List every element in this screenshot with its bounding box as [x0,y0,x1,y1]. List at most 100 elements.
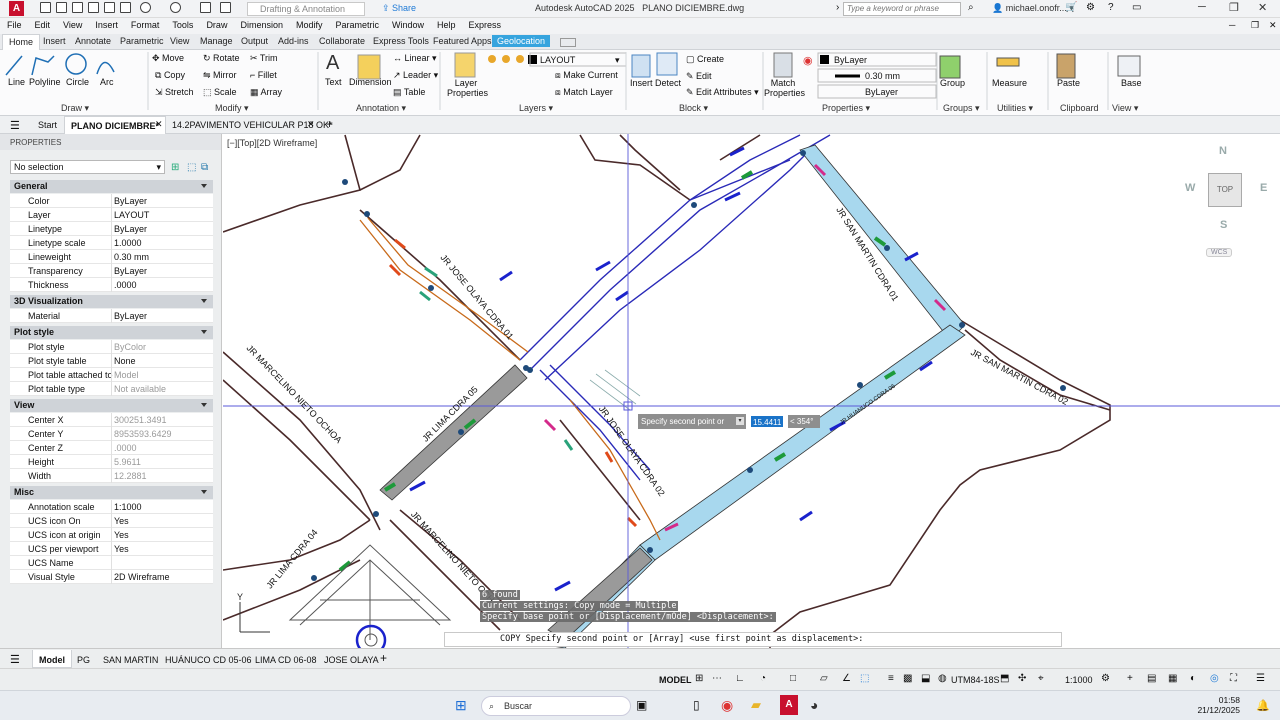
layout-tab-model[interactable]: Model [32,650,72,668]
menu-tools[interactable]: Tools [165,18,199,30]
panel-layers-label[interactable]: Layers ▾ [519,103,553,114]
property-row[interactable]: UCS icon at origin Yes [10,528,213,542]
web-mobile-icon[interactable] [104,2,115,13]
tab-view[interactable]: View [170,36,189,46]
file-explorer-icon[interactable]: ▰ [751,697,761,713]
chevron-right-icon[interactable]: › [836,2,839,13]
new-layout-icon[interactable]: + [380,651,387,665]
base-button[interactable]: Base [1121,78,1142,88]
layout-menu-icon[interactable]: ☰ [10,653,20,666]
windows-start-icon[interactable]: ⊞ [455,697,467,714]
app-icon[interactable]: ◕ [810,697,818,713]
geolocation-icon[interactable]: ◍ [938,673,947,684]
measure-button[interactable]: Measure [992,78,1027,88]
coordinate-system[interactable]: UTM84-18S [951,675,1000,685]
panel-annotation-label[interactable]: Annotation ▾ [356,103,406,114]
property-row[interactable]: Annotation scale 1:1000 [10,500,213,514]
share-button[interactable]: ⇪ Share [382,3,416,14]
doc-tab-plano-diciembre[interactable]: PLANO DICIEMBRE* [64,116,167,134]
tab-close-icon[interactable]: ✕ [307,119,315,130]
panel-draw-label[interactable]: Draw ▾ [61,103,89,114]
section-view[interactable]: View [10,399,213,412]
menu-help[interactable]: Help [430,18,462,30]
quick-properties-icon[interactable]: ▤ [1147,673,1156,684]
annotation-scale[interactable]: 1:1000 [1065,675,1093,685]
text-button[interactable]: Text [325,77,342,87]
layout-tab-pg[interactable]: PG [77,655,90,665]
a360-icon[interactable]: ⚙ [1086,2,1095,13]
group-button[interactable]: Group [940,78,965,88]
property-row[interactable]: Color ByLayer [10,194,213,208]
system-clock[interactable]: 01:58 21/12/2025 [1197,695,1240,715]
units-icon[interactable]: ▦ [1168,673,1177,684]
panel-modify-label[interactable]: Modify ▾ [215,103,249,114]
property-row[interactable]: Plot style table None [10,354,213,368]
add-icon[interactable]: + [1127,673,1133,684]
menu-file[interactable]: File [0,18,28,30]
polar-icon[interactable]: ◔ [760,673,766,684]
drawing-canvas[interactable]: Y JR JOSE OLAYA CDRA 01 JR SAN MARTIN CD… [223,134,1280,648]
customization-icon[interactable]: ☰ [1256,673,1265,684]
tab-annotate[interactable]: Annotate [75,36,111,46]
notification-icon[interactable]: 🔔 [1256,699,1270,712]
property-row[interactable]: Center Z .0000 [10,441,213,455]
menu-parametric[interactable]: Parametric [329,18,386,30]
linetype-dropdown[interactable]: ByLayer [865,87,898,97]
section-misc[interactable]: Misc [10,486,213,499]
property-row[interactable]: UCS icon On Yes [10,514,213,528]
compass-south[interactable]: S [1220,219,1227,231]
chrome-icon[interactable]: ◉ [721,697,733,714]
copy-button[interactable]: ⧉ Copy [155,70,185,81]
property-row[interactable]: Transparency ByLayer [10,264,213,278]
create-block-button[interactable]: ▢ Create [686,54,724,65]
property-row[interactable]: Height 5.9611 [10,455,213,469]
tab-featured-apps[interactable]: Featured Apps [433,36,492,46]
menu-window[interactable]: Window [385,18,430,30]
tab-home[interactable]: Home [2,34,41,50]
user-account[interactable]: 👤 michael.onofr... ▾ [992,3,1074,14]
tab-collaborate[interactable]: Collaborate [319,36,365,46]
fillet-button[interactable]: ⌐ Fillet [250,70,277,80]
hardware-acceleration-icon[interactable]: ◎ [1210,673,1219,684]
3d-osnap-icon[interactable]: ▱ [820,673,828,684]
panel-clipboard-label[interactable]: Clipboard [1060,103,1099,113]
close-icon[interactable]: ✕ [1258,1,1267,14]
new-icon[interactable] [40,2,51,13]
workspace-icon[interactable] [220,2,231,13]
menu-dimension[interactable]: Dimension [233,18,289,30]
menu-edit[interactable]: Edit [28,18,57,30]
selection-cycling-icon[interactable]: ⬚ [860,673,869,684]
edit-attributes-button[interactable]: ✎ Edit Attributes ▾ [686,87,759,98]
tab-insert[interactable]: Insert [43,36,66,46]
section-3d-visualization[interactable]: 3D Visualization [10,295,213,308]
menu-express[interactable]: Express [462,18,508,30]
stretch-button[interactable]: ⇲ Stretch [155,87,194,98]
line-button[interactable]: Line [8,77,25,87]
redo-icon[interactable] [170,2,181,13]
layout-tab-san-martin[interactable]: SAN MARTIN [103,655,158,665]
tab-express-tools[interactable]: Express Tools [373,36,429,46]
viewcube-top-face[interactable]: TOP [1208,173,1242,207]
panel-properties-label[interactable]: Properties ▾ [822,103,870,114]
property-row[interactable]: Center X 300251.3491 [10,413,213,427]
color-dropdown[interactable]: ByLayer [834,55,867,65]
menu-modify[interactable]: Modify [289,18,329,30]
angle-input[interactable]: < 354° [788,415,820,428]
ucs-icon[interactable]: ⬒ [1000,673,1009,684]
property-row[interactable]: Plot table type Not available [10,382,213,396]
text-icon[interactable]: A [326,52,339,75]
paste-button[interactable]: Paste [1057,78,1080,88]
lineweight-dropdown[interactable]: 0.30 mm [865,71,900,81]
property-row[interactable]: Lineweight 0.30 mm [10,250,213,264]
application-menu-button[interactable]: A [9,1,24,16]
workspace-dropdown[interactable]: Drafting & Annotation [247,2,365,16]
search-icon[interactable]: ⌕ [968,2,974,13]
chevron-down-icon[interactable]: ▾ [615,55,620,66]
osnap-icon[interactable]: □ [790,673,796,684]
save-icon[interactable] [72,2,83,13]
panel-utilities-label[interactable]: Utilities ▾ [997,103,1033,114]
table-button[interactable]: ▤ Table [393,87,425,98]
panel-block-label[interactable]: Block ▾ [679,103,708,114]
ribbon-options-icon[interactable] [560,38,576,47]
ortho-icon[interactable]: ∟ [735,673,745,684]
